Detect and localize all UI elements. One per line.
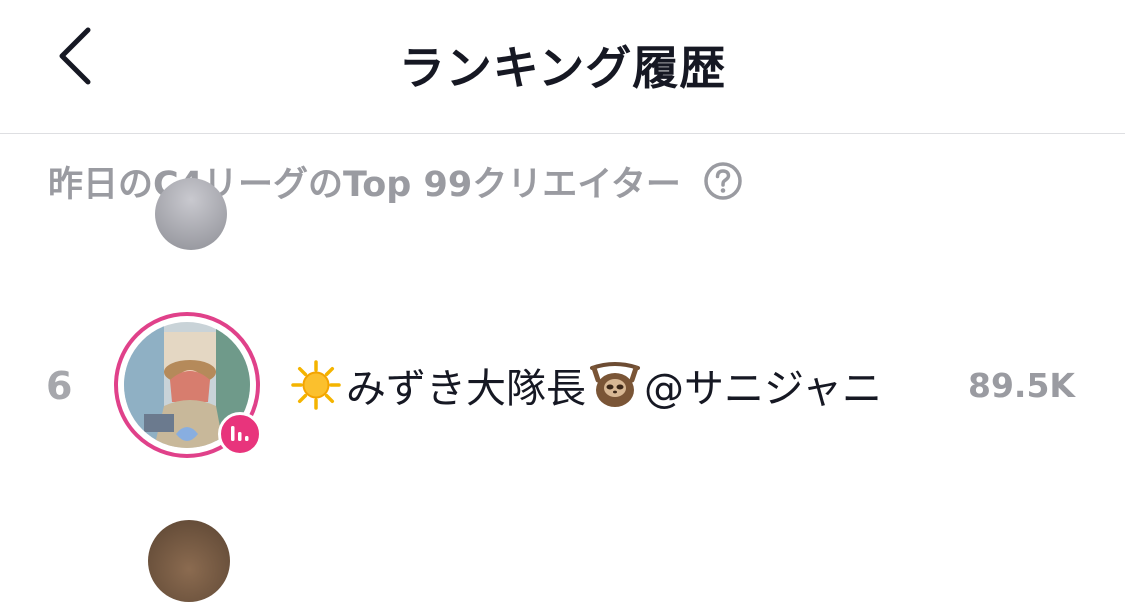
avatar[interactable] xyxy=(155,178,227,250)
avatar[interactable] xyxy=(148,520,230,602)
page-title: ランキング履歴 xyxy=(398,41,727,95)
live-badge xyxy=(218,412,262,456)
sun-icon xyxy=(291,360,341,410)
avatar[interactable] xyxy=(114,312,266,464)
score-value: 89.5K xyxy=(968,366,1075,405)
league-subheader: 昨日のC4リーグのTop 99クリエイター xyxy=(48,158,743,205)
creator-name-suffix: @サニジャニ xyxy=(644,366,882,412)
creator-name: みずき大隊長 @サニジャニ xyxy=(290,350,882,420)
ranking-row[interactable]: 6 みずき大隊長 @サニジャニ 89.5K xyxy=(0,300,1125,470)
league-subtitle: 昨日のC4リーグのTop 99クリエイター xyxy=(48,164,681,205)
sloth-icon xyxy=(590,362,640,407)
live-bars-icon xyxy=(231,426,249,441)
question-circle-icon[interactable] xyxy=(703,161,743,201)
rank-number: 6 xyxy=(46,364,73,408)
creator-name-main: みずき大隊長 xyxy=(346,366,586,412)
top-nav-bar: ランキング履歴 xyxy=(0,0,1125,134)
